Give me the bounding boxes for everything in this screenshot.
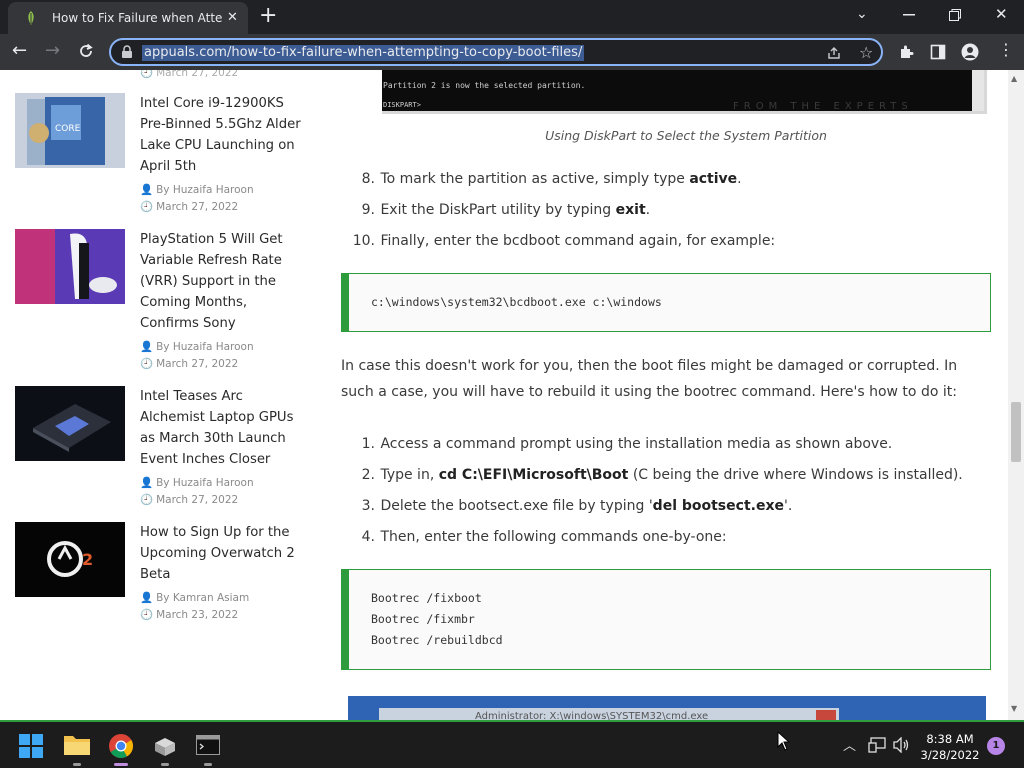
post-title[interactable]: PlayStation 5 Will Get Variable Refresh …	[140, 229, 305, 334]
scrollbar-thumb[interactable]	[1011, 402, 1021, 462]
console-scrollbar	[972, 70, 984, 111]
code-block[interactable]: Bootrec /fixboot Bootrec /fixmbr Bootrec…	[341, 569, 991, 670]
scroll-up-icon[interactable]: ▲	[1011, 74, 1017, 83]
article-paragraph: In case this doesn't work for you, then …	[341, 358, 958, 400]
post-author: 👤 By Huzaifa Haroon	[140, 341, 254, 353]
list-item: 3. Delete the bootsect.exe file by typin…	[361, 498, 793, 514]
post-date: 🕘 March 27, 2022	[140, 201, 239, 213]
tab-title: How to Fix Failure when Attempting to Co…	[52, 11, 222, 25]
code-line[interactable]: Bootrec /fixboot	[371, 591, 482, 605]
post-author: 👤 By Huzaifa Haroon	[140, 477, 254, 489]
list-item: 4. Then, enter the following commands on…	[361, 529, 727, 545]
console-screenshot: Partition 2 is now the selected partitio…	[382, 70, 987, 114]
code-block[interactable]: c:\windows\system32\bcdboot.exe c:\windo…	[341, 273, 991, 332]
tab-search-icon[interactable]: ⌄	[856, 6, 868, 22]
forward-button[interactable]: →	[45, 41, 60, 61]
show-hidden-icons-icon[interactable]: ︿	[843, 735, 856, 754]
back-button[interactable]: ←	[12, 41, 27, 61]
list-item: 1. Access a command prompt using the ins…	[361, 436, 893, 452]
cmd-close-icon	[816, 710, 836, 720]
post-author: 👤 By Kamran Asiam	[140, 592, 250, 604]
address-bar[interactable]: appuals.com/how-to-fix-failure-when-atte…	[109, 38, 883, 66]
share-icon[interactable]	[827, 46, 841, 60]
cmd-window-titlebar: Administrator: X:\windows\SYSTEM32\cmd.e…	[379, 708, 839, 720]
svg-text:2: 2	[82, 550, 93, 569]
post-date: 🕘 March 27, 2022	[140, 494, 239, 506]
tab-strip: How to Fix Failure when Attempting to Co…	[0, 0, 1024, 34]
network-icon[interactable]	[868, 737, 886, 753]
reload-icon[interactable]	[78, 43, 94, 59]
clock-time: 8:38 AM	[926, 732, 974, 746]
list-item: 9. Exit the DiskPart utility by typing e…	[361, 202, 651, 218]
console-prompt: DISKPART>	[383, 101, 421, 109]
running-indicator	[73, 763, 81, 766]
extensions-icon[interactable]	[898, 44, 914, 60]
cmd-window-title: Administrator: X:\windows\SYSTEM32\cmd.e…	[475, 711, 709, 720]
file-explorer-icon[interactable]	[63, 733, 91, 757]
post-date-partial: 🕘 March 27, 2022	[140, 70, 239, 79]
terminal-icon[interactable]	[196, 735, 220, 755]
watermark-text: FROM THE EXPERTS	[733, 101, 913, 112]
code-line[interactable]: c:\windows\system32\bcdboot.exe c:\windo…	[371, 295, 662, 309]
post-title[interactable]: Intel Core i9-12900KS Pre-Binned 5.5Ghz …	[140, 93, 305, 177]
browser-toolbar: ← → appuals.com/how-to-fix-failure-when-…	[0, 34, 1024, 70]
post-thumbnail[interactable]: 2	[15, 522, 125, 597]
list-item: 2. Type in, cd C:\EFI\Microsoft\Boot (C …	[361, 467, 963, 483]
site-favicon-icon	[28, 11, 34, 25]
volume-icon[interactable]	[893, 737, 911, 753]
post-title[interactable]: Intel Teases Arc Alchemist Laptop GPUs a…	[140, 386, 305, 470]
start-button-icon[interactable]	[18, 733, 44, 759]
post-thumbnail[interactable]	[15, 229, 125, 304]
scroll-down-icon[interactable]: ▼	[1011, 704, 1017, 713]
running-indicator	[204, 763, 212, 766]
side-panel-icon[interactable]	[930, 44, 946, 60]
url-text[interactable]: appuals.com/how-to-fix-failure-when-atte…	[142, 45, 585, 61]
post-date: 🕘 March 23, 2022	[140, 609, 239, 621]
list-item: 10. Finally, enter the bcdboot command a…	[352, 233, 776, 249]
active-app-indicator	[114, 763, 128, 766]
post-thumbnail[interactable]: CORE	[15, 93, 125, 168]
code-line[interactable]: Bootrec /fixmbr	[371, 612, 475, 626]
page-scrollbar[interactable]: ▲ ▼	[1008, 70, 1024, 720]
browser-tab[interactable]: How to Fix Failure when Attempting to Co…	[8, 2, 248, 34]
list-item: 8. To mark the partition as active, simp…	[361, 171, 742, 187]
close-window-icon[interactable]: ✕	[995, 5, 1008, 23]
clock-date: 3/28/2022	[920, 748, 980, 762]
minimize-icon[interactable]	[903, 14, 915, 16]
post-thumbnail[interactable]	[15, 386, 125, 461]
console-output: Partition 2 is now the selected partitio…	[383, 81, 586, 90]
system-clock[interactable]: 8:38 AM 3/28/2022	[918, 731, 982, 763]
tool-app-icon[interactable]	[152, 735, 178, 757]
restore-icon[interactable]	[949, 9, 961, 21]
menu-kebab-icon[interactable]: ⋮	[998, 40, 1014, 59]
post-date: 🕘 March 27, 2022	[140, 358, 239, 370]
tab-close-icon[interactable]: ✕	[227, 11, 238, 25]
notification-badge[interactable]: 1	[987, 737, 1005, 755]
cmd-window-screenshot: Administrator: X:\windows\SYSTEM32\cmd.e…	[348, 696, 986, 720]
svg-text:CORE: CORE	[55, 124, 81, 134]
lock-icon[interactable]	[121, 45, 133, 59]
taskbar: ︿ 8:38 AM 3/28/2022 1	[0, 720, 1024, 768]
profile-icon[interactable]	[961, 43, 979, 61]
code-line[interactable]: Bootrec /rebuildbcd	[371, 633, 503, 647]
post-author: 👤 By Huzaifa Haroon	[140, 184, 254, 196]
new-tab-button[interactable]: +	[259, 4, 277, 28]
bookmark-star-icon[interactable]: ☆	[859, 43, 873, 62]
mouse-cursor-icon	[777, 731, 791, 751]
chrome-icon[interactable]	[108, 733, 134, 759]
web-page: 🕘 March 27, 2022 CORE Intel Core i9-12900…	[0, 70, 1008, 720]
post-title[interactable]: How to Sign Up for the Upcoming Overwatc…	[140, 522, 305, 585]
image-caption: Using DiskPart to Select the System Part…	[545, 128, 827, 143]
running-indicator	[161, 763, 169, 766]
